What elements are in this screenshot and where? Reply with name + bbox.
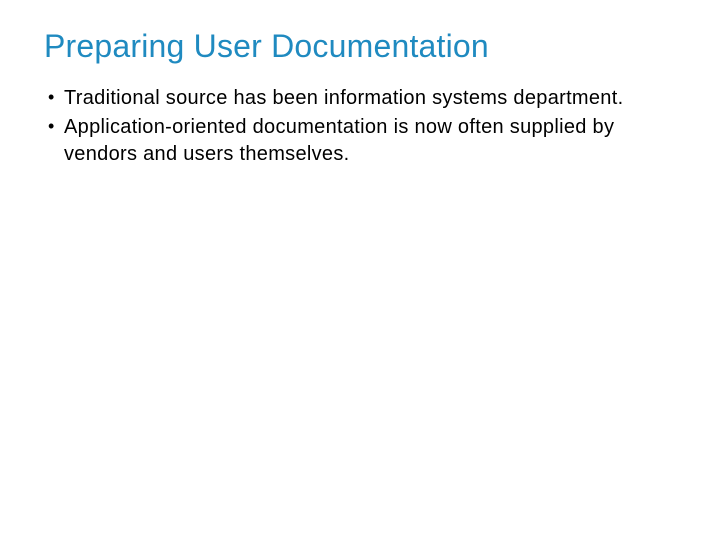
list-item: Traditional source has been information … [46,85,680,112]
bullet-list: Traditional source has been information … [44,85,680,168]
list-item: Application-oriented documentation is no… [46,114,680,168]
slide-title: Preparing User Documentation [44,28,680,65]
